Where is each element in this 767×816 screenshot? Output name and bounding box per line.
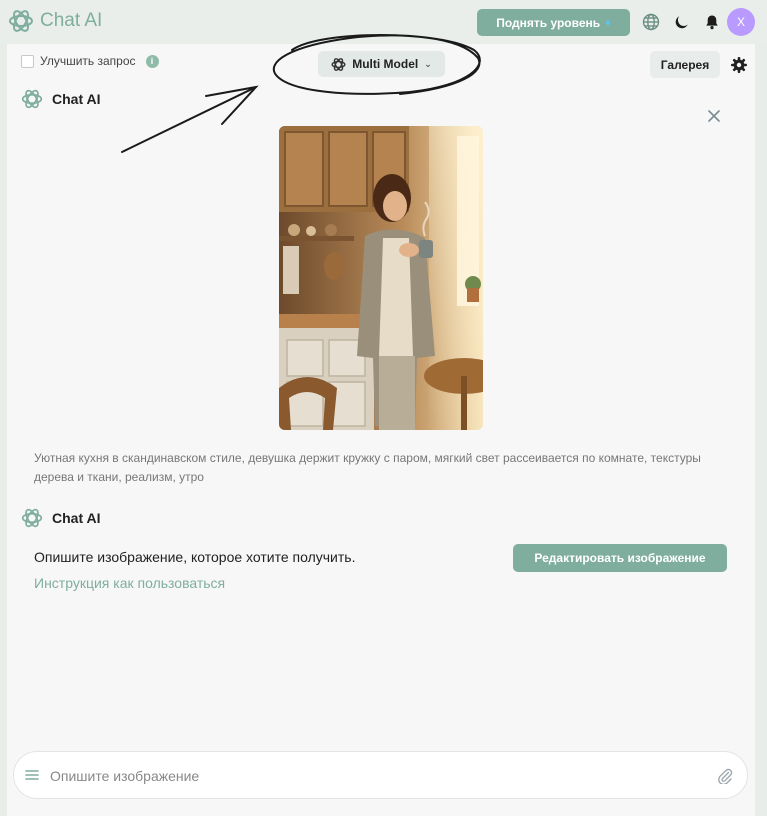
language-button[interactable] (641, 12, 661, 32)
app-logo[interactable]: Chat AI (8, 8, 102, 34)
model-label: Multi Model (352, 57, 419, 71)
enhance-checkbox[interactable] (21, 54, 34, 68)
info-icon[interactable]: i (145, 54, 159, 68)
notifications-button[interactable] (702, 12, 722, 32)
prompt-input[interactable] (50, 765, 690, 787)
theme-toggle[interactable] (672, 12, 692, 32)
chevron-down-icon: ⌄ (424, 58, 432, 69)
openai-logo-icon (331, 57, 346, 71)
model-selector[interactable]: Multi Model ⌄ (318, 51, 445, 77)
close-icon (708, 110, 720, 122)
instructions-link[interactable]: Инструкция как пользоваться (34, 575, 225, 591)
message-sender: Chat AI (21, 88, 100, 110)
edit-image-button[interactable]: Редактировать изображение (513, 544, 727, 572)
enhance-prompt-toggle[interactable]: Улучшить запрос i (21, 54, 159, 68)
avatar[interactable]: X (727, 8, 755, 36)
paperclip-icon (718, 768, 733, 786)
openai-logo-icon (21, 508, 43, 528)
gear-icon (731, 57, 747, 73)
close-button[interactable] (706, 108, 722, 124)
settings-button[interactable] (730, 56, 748, 74)
menu-icon (25, 770, 39, 780)
upgrade-label: Поднять уровень (496, 15, 601, 30)
assistant-message: Опишите изображение, которое хотите полу… (34, 549, 356, 565)
sender-name: Chat AI (52, 91, 101, 107)
openai-logo-icon (21, 89, 43, 109)
gem-icon: ♦ (605, 16, 611, 29)
enhance-label: Улучшить запрос (40, 54, 136, 68)
kitchen-scene-illustration (279, 126, 483, 430)
gallery-button[interactable]: Галерея (650, 51, 720, 78)
globe-icon (642, 13, 660, 31)
bell-icon (706, 15, 718, 30)
top-bar: Chat AI Поднять уровень ♦ X (0, 0, 767, 44)
menu-button[interactable] (25, 768, 39, 782)
image-prompt-text: Уютная кухня в скандинавском стиле, деву… (34, 451, 701, 484)
upgrade-button[interactable]: Поднять уровень ♦ (477, 9, 630, 36)
message-sender: Chat AI (21, 507, 100, 529)
composer (13, 751, 748, 799)
generated-image[interactable] (279, 126, 483, 430)
sender-name: Chat AI (52, 510, 101, 526)
moon-icon (675, 16, 688, 29)
app-name: Chat AI (40, 10, 103, 31)
attach-button[interactable] (717, 768, 733, 786)
openai-logo-icon (9, 10, 33, 32)
